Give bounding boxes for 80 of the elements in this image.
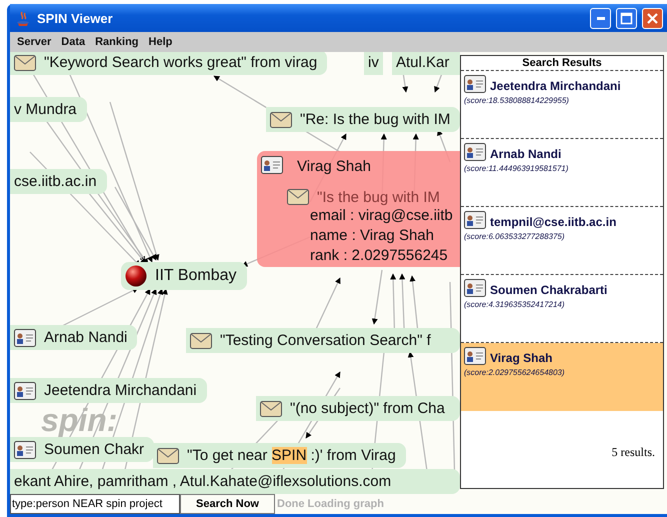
menu-item[interactable]: Ranking (90, 36, 144, 48)
results-count: 5 results. (610, 445, 656, 460)
envelope-icon (157, 448, 179, 464)
contact-card-icon (464, 143, 486, 161)
node-label: "Re: Is the bug with IM (300, 111, 450, 128)
menu-item[interactable]: Data (56, 36, 90, 48)
result-item[interactable]: Virag Shah (score:2.029755624654803) (461, 343, 663, 411)
window-title: SPIN Viewer (37, 10, 114, 26)
result-score: (score:4.319635352417214) (464, 300, 566, 309)
result-name: Soumen Chakrabarti (490, 283, 608, 297)
result-item[interactable]: tempnil@cse.iitb.ac.in (score:6.063533277288375) (461, 207, 663, 275)
result-name: Virag Shah (490, 351, 552, 365)
minimize-button[interactable] (590, 8, 611, 28)
tooltip-text: email : virag@cse.iitb (309, 206, 454, 226)
result-name: Jeetendra Mirchandani (490, 79, 621, 93)
graph-node[interactable]: "To get near SPIN :)' from Virag (153, 443, 406, 468)
contact-card-icon (261, 156, 283, 174)
result-name: Arnab Nandi (490, 147, 562, 161)
minimize-icon (596, 16, 604, 20)
contact-card-icon (14, 382, 36, 400)
graph-node[interactable]: "Re: Is the bug with IM (266, 107, 460, 132)
graph-label[interactable]: iv (364, 52, 383, 75)
contact-card-icon (14, 440, 36, 458)
maximize-icon (620, 12, 633, 24)
graph-node[interactable]: cse.iitb.ac.in (10, 169, 107, 194)
faded-node-label: "Is the bug with IM (317, 188, 440, 206)
graph-node[interactable]: "Keyword Search works great" from virag (10, 52, 328, 75)
maximize-button[interactable] (616, 8, 637, 28)
envelope-icon (270, 112, 292, 128)
graph-node[interactable]: Arnab Nandi (10, 325, 138, 350)
contact-card-icon (464, 211, 486, 229)
envelope-icon (260, 400, 282, 416)
status-text: Done Loading graph (276, 498, 384, 510)
result-name: tempnil@cse.iitb.ac.in (490, 215, 616, 229)
node-label: iv (368, 54, 379, 71)
search-field[interactable]: type:person NEAR spin project (10, 494, 180, 514)
result-item[interactable]: Arnab Nandi (score:11.444963919581571) (461, 139, 663, 207)
node-label: "Keyword Search works great" from virag (44, 54, 318, 71)
node-label: Jeetendra Mirchandani (44, 382, 197, 399)
close-icon (646, 12, 659, 24)
envelope-icon (14, 54, 36, 70)
graph-node[interactable]: Jeetendra Mirchandani (10, 378, 207, 403)
graph-node[interactable]: Soumen Chakr (10, 437, 154, 462)
contact-card-icon (14, 328, 36, 346)
panel-title: Search Results (461, 56, 663, 71)
node-label: Atul.Kar (396, 54, 450, 71)
node-label: cse.iitb.ac.in (14, 173, 97, 190)
node-label: "To get near SPIN :)' from Virag (187, 447, 396, 464)
node-label: "Testing Conversation Search" f (220, 332, 431, 349)
contact-card-icon (464, 347, 486, 365)
tooltip-title: Virag Shah (297, 157, 371, 175)
menu-item[interactable]: Server (12, 36, 56, 48)
tooltip-text: rank : 2.0297556245 (309, 246, 449, 266)
graph-node[interactable]: "(no subject)" from Cha (256, 396, 460, 421)
node-label: v Mundra (14, 101, 77, 118)
graph-node[interactable]: ekant Ahire, pamritham , Atul.Kahate@iflexsolutions.com (10, 469, 460, 494)
menu-item[interactable]: Help (144, 36, 178, 48)
coffee-cup-icon (14, 10, 32, 26)
result-score: (score:11.444963919581571) (464, 164, 570, 173)
envelope-icon (190, 332, 212, 348)
node-label: "(no subject)" from Cha (290, 400, 445, 417)
graph-node[interactable]: "Testing Conversation Search" f (186, 328, 460, 353)
close-button[interactable] (642, 8, 663, 28)
node-label: Soumen Chakr (44, 441, 144, 458)
envelope-icon (287, 189, 309, 205)
contact-card-icon (464, 279, 486, 297)
contact-card-icon (464, 75, 486, 93)
result-score: (score:6.063533277288375) (464, 232, 566, 241)
node-label: IIT Bombay (155, 267, 237, 285)
result-score: (score:2.029755624654803) (464, 368, 566, 377)
node-label: ekant Ahire, pamritham , Atul.Kahate@iflexsolutions.com (14, 473, 392, 490)
ball-icon (125, 265, 147, 287)
result-score: (score:18.538088814229955) (464, 96, 570, 105)
search-button[interactable]: Search Now (180, 494, 275, 514)
node-label: Arnab Nandi (44, 329, 128, 346)
graph-node[interactable]: IIT Bombay (121, 262, 247, 290)
graph-node[interactable]: v Mundra (10, 97, 87, 122)
tooltip-text: name : Virag Shah (309, 226, 435, 246)
result-item[interactable]: Jeetendra Mirchandani (score:18.538088814229955) (461, 71, 663, 139)
graph-label[interactable]: Atul.Kar (392, 52, 460, 75)
